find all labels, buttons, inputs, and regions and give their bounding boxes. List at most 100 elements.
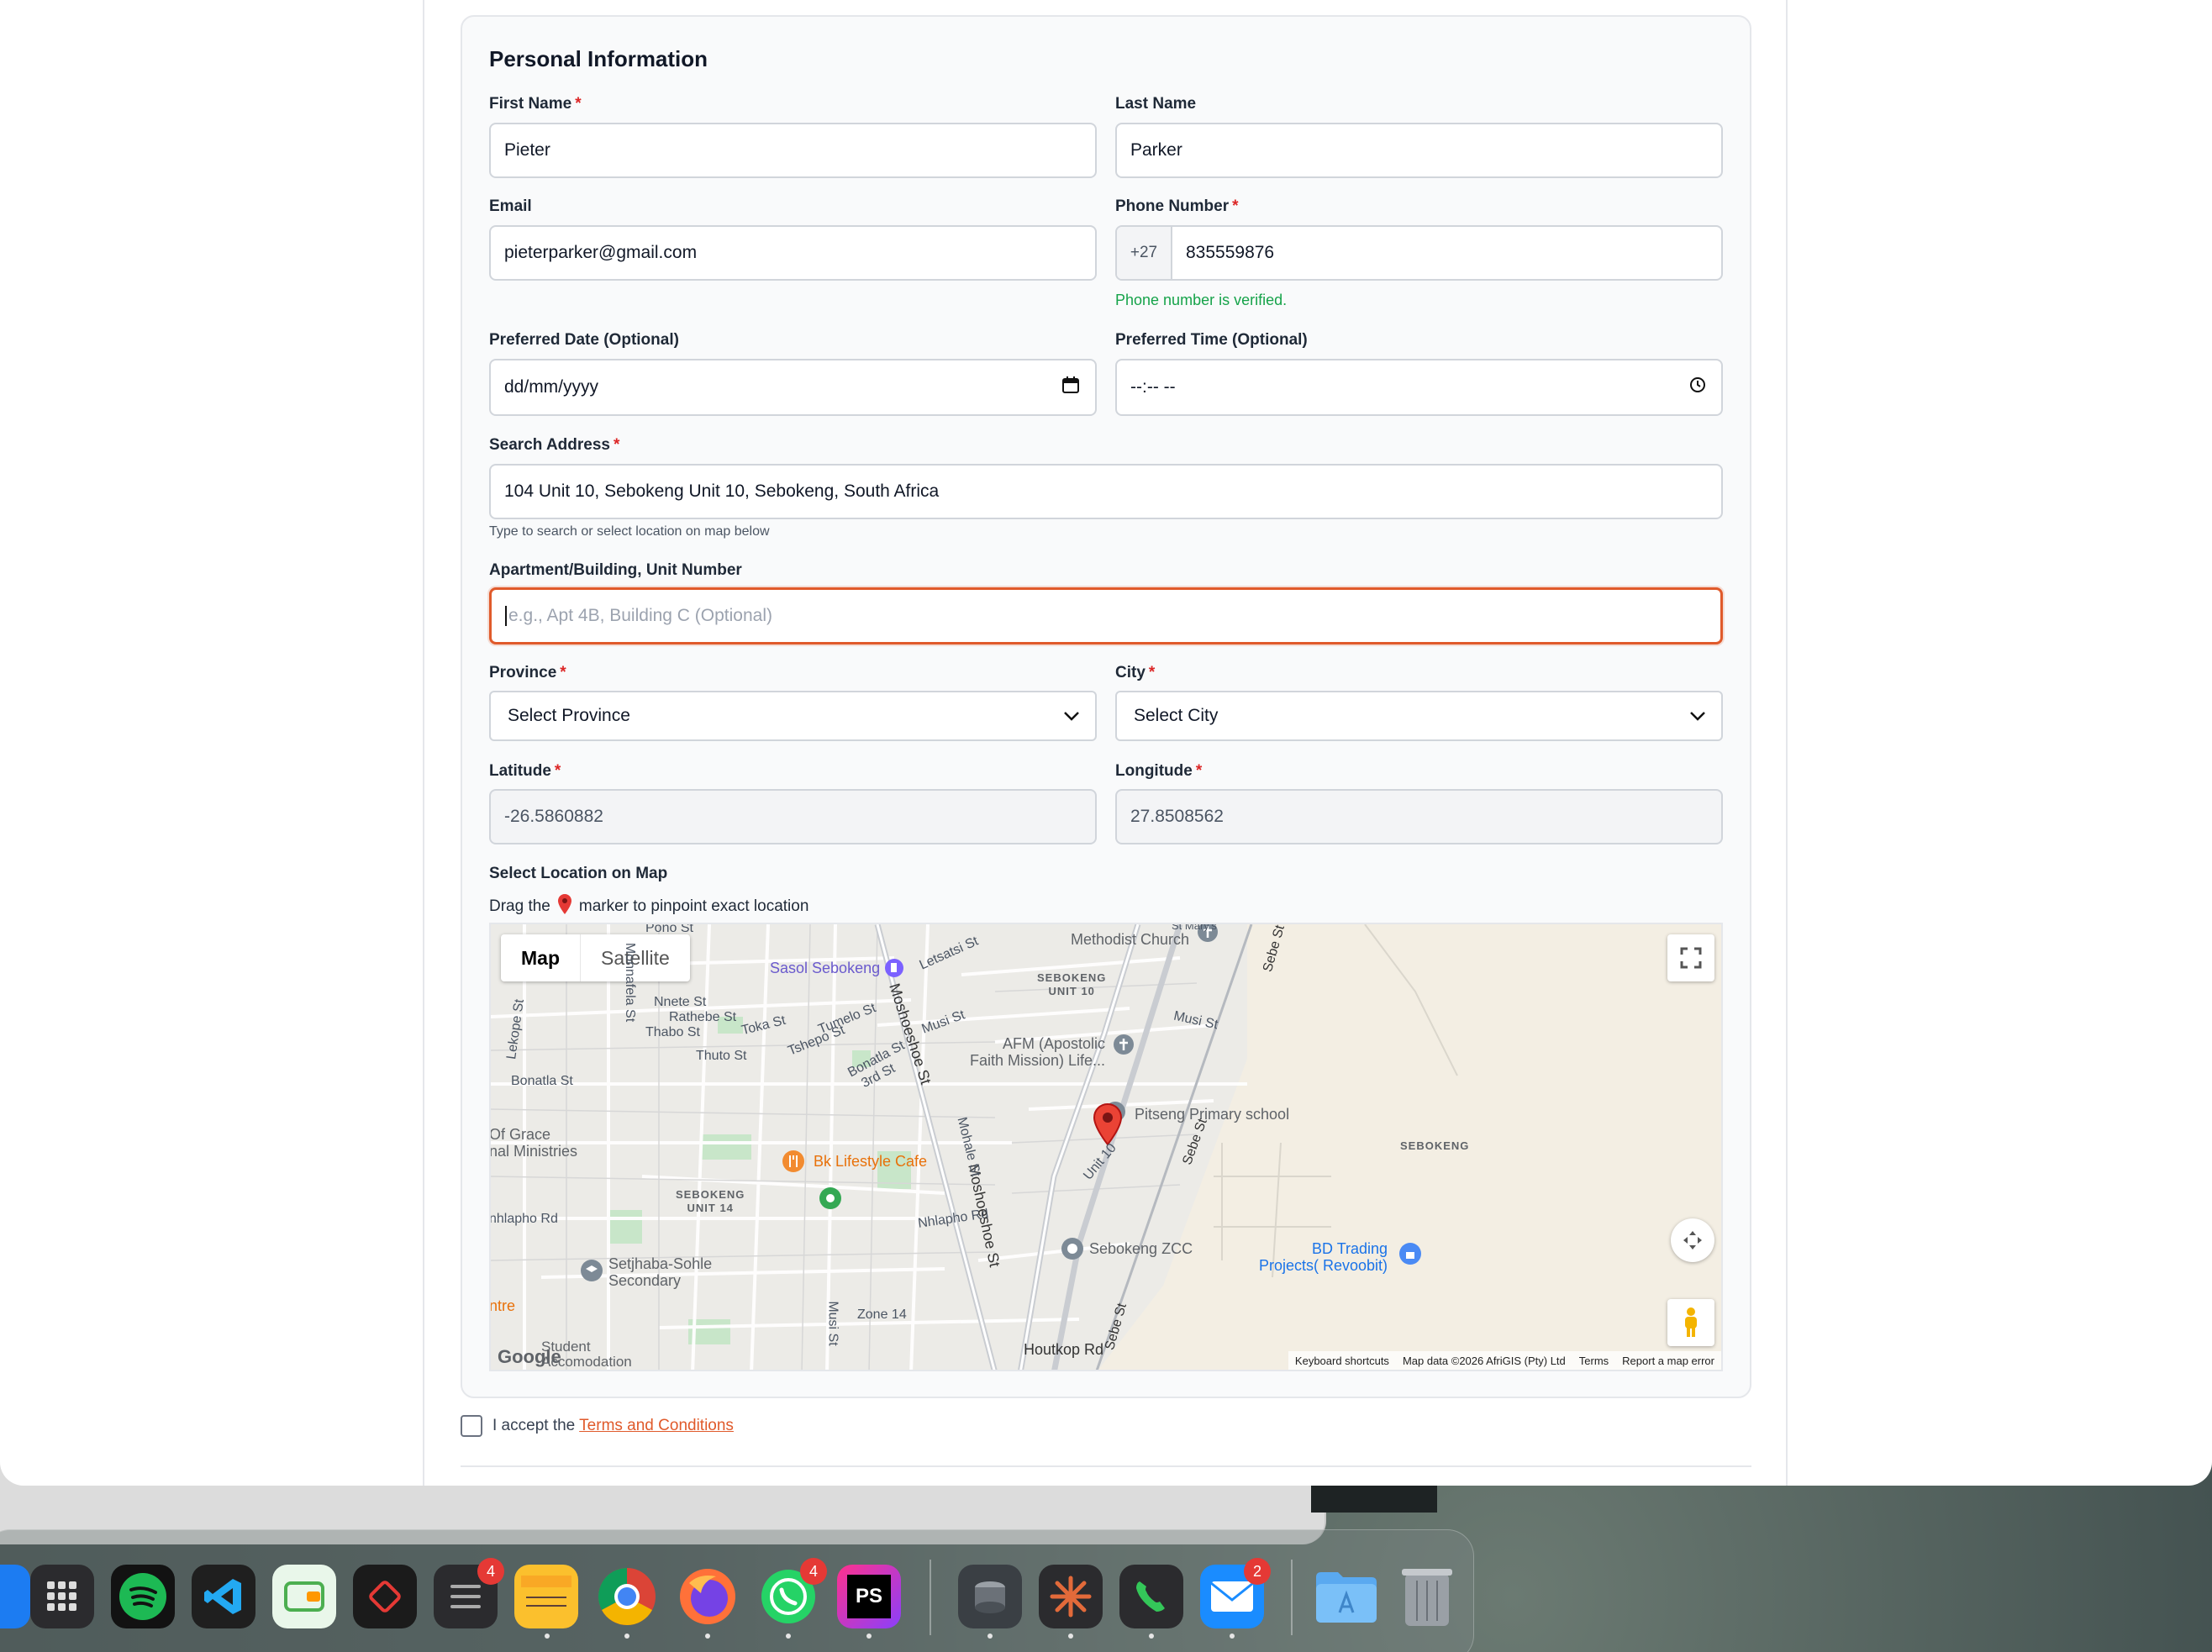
map-label-thuto: Thuto St [696, 1049, 747, 1063]
map-label-st-marys: St Mary's [1172, 923, 1217, 932]
running-indicator [1068, 1634, 1073, 1639]
map-terms-link[interactable]: Terms [1579, 1355, 1609, 1367]
map-label-thabo: Thabo St [645, 1025, 700, 1039]
last-name-input[interactable]: Parker [1115, 123, 1723, 178]
phone-input[interactable]: +27 835559876 [1115, 225, 1723, 281]
phone-label: Phone Number * [1115, 197, 1239, 215]
running-indicator [624, 1634, 629, 1639]
whatsapp-badge: 4 [800, 1558, 827, 1585]
park-icon[interactable] [819, 1186, 842, 1214]
map-label-grace: Of Grace nal Ministries [489, 1126, 578, 1160]
firefox-icon[interactable] [676, 1565, 740, 1628]
place-of-worship-icon[interactable] [1113, 1034, 1135, 1060]
calendar-icon[interactable] [1061, 376, 1080, 399]
phpstorm-icon[interactable]: PS [837, 1565, 901, 1628]
email-label: Email [489, 197, 532, 215]
secondary-school-icon[interactable] [580, 1259, 603, 1286]
running-indicator [1149, 1634, 1154, 1639]
map-type-control: Map Satellite [501, 934, 690, 981]
vscode-icon[interactable] [192, 1565, 255, 1628]
running-indicator [988, 1634, 993, 1639]
running-indicator [866, 1634, 872, 1639]
city-select[interactable]: Select City [1115, 691, 1723, 741]
map-label-bk-cafe: Bk Lifestyle Cafe [814, 1153, 928, 1170]
map-label-nhlapho-west: nhlapho Rd [489, 1212, 558, 1226]
applications-folder-icon[interactable] [1314, 1565, 1378, 1628]
longitude-input[interactable]: 27.8508562 [1115, 789, 1723, 844]
map-label-pitseng: Pitseng Primary school [1135, 1106, 1290, 1123]
camera-control-icon[interactable] [1671, 1218, 1714, 1262]
chevron-down-icon [1063, 706, 1080, 726]
map-area-sebokeng: SEBOKENG [1400, 1139, 1470, 1152]
phone-verified-text: Phone number is verified. [1115, 292, 1288, 308]
running-indicator [1230, 1634, 1235, 1639]
phone-app-icon[interactable] [1119, 1565, 1183, 1628]
divider [461, 1465, 1751, 1467]
street-view-pegman-icon[interactable] [1667, 1299, 1714, 1346]
phpstorm-label: PS [847, 1575, 891, 1618]
search-address-hint: Type to search or select location on map… [489, 524, 770, 539]
last-name-label: Last Name [1115, 95, 1197, 113]
preferred-time-label: Preferred Time (Optional) [1115, 331, 1308, 349]
whatsapp-icon[interactable]: 4 [756, 1558, 827, 1628]
zcc-church-icon[interactable] [1061, 1237, 1084, 1265]
search-address-input[interactable]: 104 Unit 10, Sebokeng Unit 10, Sebokeng,… [489, 464, 1723, 519]
clock-icon[interactable] [1689, 376, 1706, 398]
reminders-badge: 4 [477, 1558, 504, 1585]
map-label-musi-south: Musi St [825, 1301, 840, 1346]
chevron-down-icon [1689, 706, 1706, 726]
map-label-houtkop: Houtkop Rd [1024, 1341, 1104, 1358]
map-label-setjhaba: Setjhaba-Sohle Secondary [608, 1255, 713, 1289]
location-map[interactable]: Map Satellite Sasol Sebokeng Methodist C… [489, 923, 1723, 1371]
report-map-error-link[interactable]: Report a map error [1622, 1355, 1714, 1367]
mail-icon[interactable]: 2 [1200, 1558, 1271, 1628]
preferred-date-input[interactable]: dd/mm/yyyy [489, 359, 1097, 416]
chrome-icon[interactable] [595, 1565, 659, 1628]
claude-icon[interactable] [1039, 1565, 1103, 1628]
restaurant-icon[interactable] [782, 1150, 805, 1177]
map-label-zone14: Zone 14 [857, 1307, 907, 1322]
map-instruction: Drag the marker to pinpoint exact locati… [489, 893, 808, 920]
map-label-pono: Pono St [645, 923, 693, 935]
first-name-input[interactable]: Pieter [489, 123, 1097, 178]
gas-station-icon[interactable] [884, 958, 904, 982]
latitude-label: Latitude * [489, 762, 561, 780]
apartment-input[interactable]: e.g., Apt 4B, Building C (Optional) [489, 587, 1723, 644]
city-label: City * [1115, 664, 1156, 681]
finder-partial-icon[interactable] [0, 1565, 30, 1628]
preferred-date-label: Preferred Date (Optional) [489, 331, 679, 349]
shopping-icon[interactable] [1398, 1242, 1422, 1270]
keyboard-shortcuts-link[interactable]: Keyboard shortcuts [1295, 1355, 1389, 1367]
preferred-time-input[interactable]: --:-- -- [1115, 359, 1723, 416]
first-name-label: First Name * [489, 95, 582, 113]
trash-icon[interactable] [1395, 1565, 1459, 1628]
spotify-icon[interactable] [111, 1565, 175, 1628]
map-view-button[interactable]: Map [501, 934, 581, 981]
dock-separator [1291, 1560, 1293, 1635]
province-label: Province * [489, 664, 566, 681]
email-input[interactable]: pieterparker@gmail.com [489, 225, 1097, 281]
province-select[interactable]: Select Province [489, 691, 1097, 741]
wallet-app-icon[interactable] [272, 1565, 336, 1628]
apartment-label: Apartment/Building, Unit Number [489, 561, 742, 579]
map-section-label: Select Location on Map [489, 865, 668, 882]
reminders-icon[interactable]: 4 [434, 1558, 504, 1628]
map-attribution: Keyboard shortcuts Map data ©2026 AfriGI… [1288, 1351, 1721, 1370]
country-code-prefix: +27 [1117, 227, 1172, 279]
map-data-credit: Map data ©2026 AfriGIS (Pty) Ltd [1402, 1354, 1566, 1367]
map-marker-icon [557, 893, 572, 920]
map-label-zcc: Sebokeng ZCC [1089, 1240, 1193, 1257]
fullscreen-icon[interactable] [1667, 934, 1714, 981]
latitude-input[interactable]: -26.5860882 [489, 789, 1097, 844]
running-indicator [786, 1634, 791, 1639]
notes-icon[interactable] [514, 1565, 578, 1628]
terms-checkbox[interactable] [461, 1415, 482, 1437]
terms-link[interactable]: Terms and Conditions [579, 1417, 734, 1434]
text-caret [505, 606, 507, 626]
search-address-label: Search Address * [489, 436, 620, 454]
running-indicator [705, 1634, 710, 1639]
launchpad-icon[interactable] [30, 1565, 94, 1628]
disk-utility-icon[interactable] [958, 1565, 1022, 1628]
tableplus-icon[interactable] [353, 1565, 417, 1628]
browser-window: Personal Information First Name * Pieter … [0, 0, 2212, 1486]
